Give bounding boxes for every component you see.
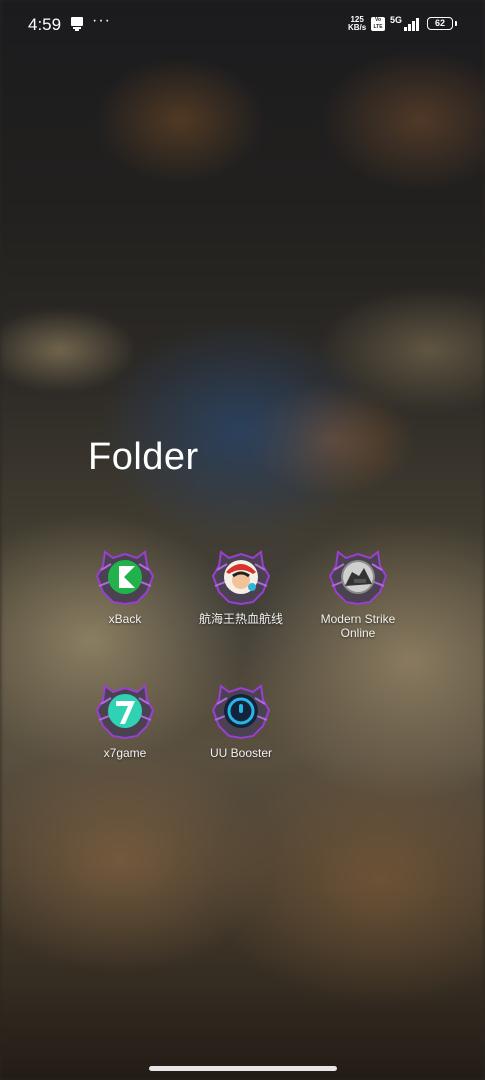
clock: 4:59 [28,15,62,34]
signal-icon [404,18,419,31]
x7game-icon [95,684,155,740]
app-uu-booster[interactable]: UU Booster [186,680,296,760]
notification-icon [71,17,83,31]
xback-icon [95,550,155,606]
more-dots-icon: ··· [92,12,111,29]
status-bar: 4:59 ··· 125 KB/s Vo LTE 5G 62 [0,0,485,48]
wallpaper [0,0,485,1080]
app-xback[interactable]: xBack [70,546,180,626]
app-label: 航海王热血航线 [198,612,283,626]
app-label: xBack [108,612,142,626]
modern-strike-icon [328,550,388,606]
folder-title[interactable]: Folder [88,436,199,479]
battery-tip [455,21,457,26]
app-one-piece[interactable]: 航海王热血航线 [186,546,296,626]
network-speed: 125 KB/s [348,15,367,32]
app-label: UU Booster [209,746,273,760]
volte-badge: Vo LTE [371,17,385,31]
uu-booster-icon [211,684,271,740]
one-piece-icon [211,550,271,606]
battery-icon: 62 [427,17,453,30]
app-x7game[interactable]: x7game [70,680,180,760]
app-label: x7game [103,746,147,760]
home-indicator[interactable] [149,1066,337,1071]
app-label: Modern Strike Online [320,612,396,640]
app-modern-strike-online[interactable]: Modern Strike Online [303,546,413,640]
